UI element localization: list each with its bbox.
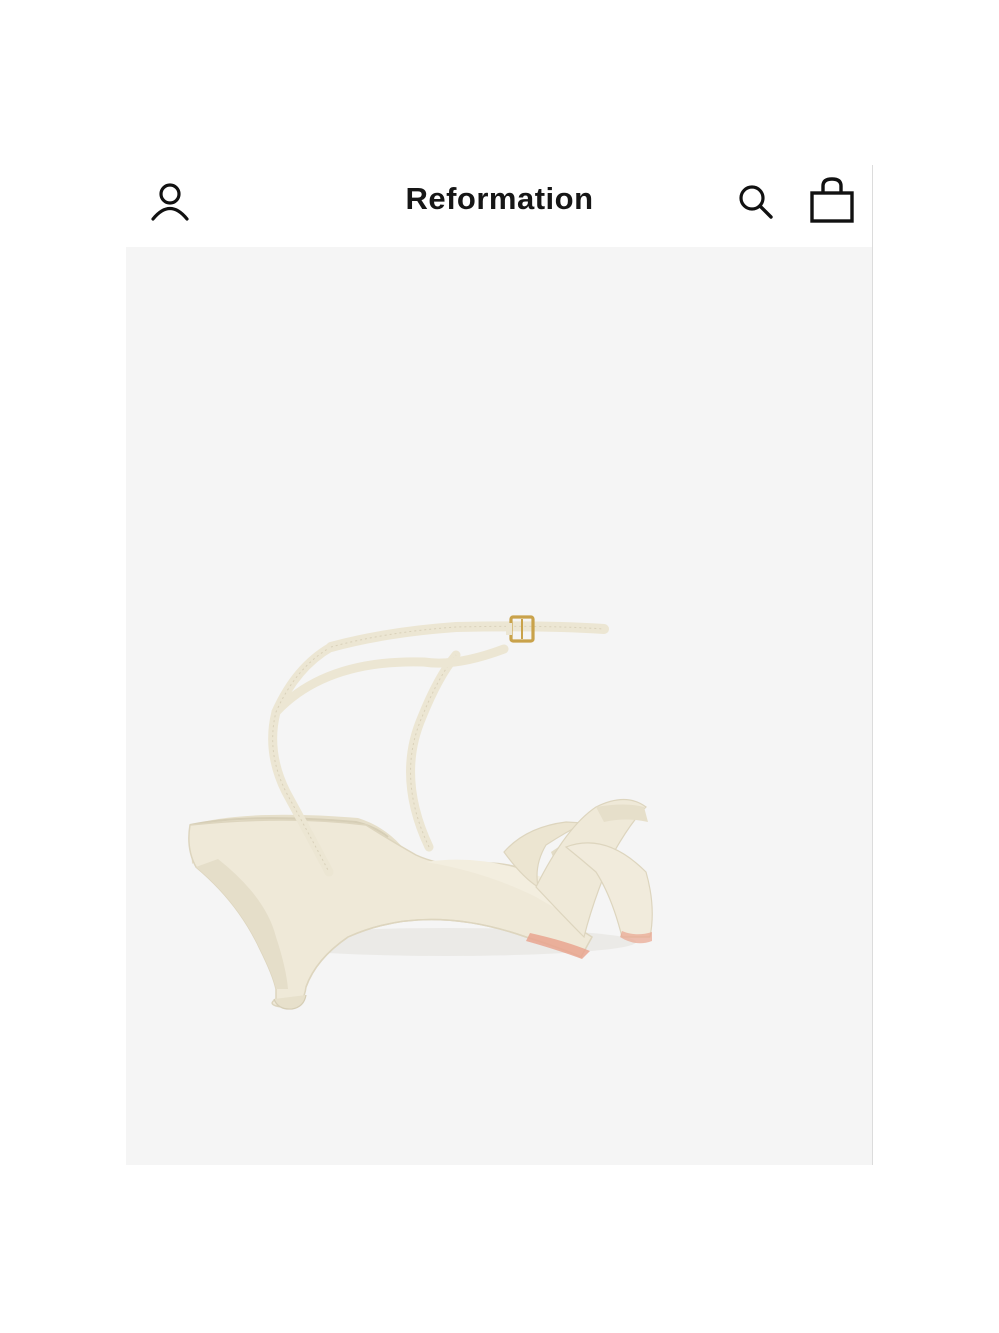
search-button[interactable] xyxy=(732,177,780,225)
brand-logo[interactable]: Reformation xyxy=(405,181,593,216)
product-image-area xyxy=(126,247,873,1165)
shopping-bag-icon xyxy=(810,177,854,223)
frame-divider xyxy=(872,165,873,1165)
sandal-image[interactable] xyxy=(126,247,873,1165)
cart-button[interactable] xyxy=(806,175,858,227)
search-icon xyxy=(739,185,773,219)
site-header: Reformation xyxy=(126,165,873,247)
product-page-frame: Reformation xyxy=(126,165,873,1165)
